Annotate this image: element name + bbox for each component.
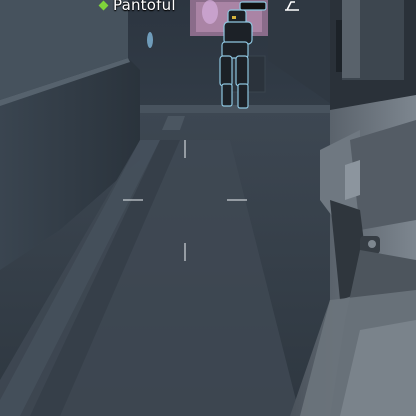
- crosshair-right: [227, 199, 247, 201]
- crosshair-bottom: [184, 243, 186, 261]
- teammate-nametag: Pantoful: [98, 0, 176, 14]
- crosshair-top: [184, 140, 186, 158]
- game-world: [0, 0, 416, 416]
- teammate-name: Pantoful: [113, 0, 176, 14]
- crosshair-left: [123, 199, 143, 201]
- wall-light: [147, 32, 153, 48]
- teammate-marker-icon: [98, 0, 109, 10]
- waypoint-icon: [285, 1, 299, 11]
- game-viewport[interactable]: Pantoful: [0, 0, 416, 416]
